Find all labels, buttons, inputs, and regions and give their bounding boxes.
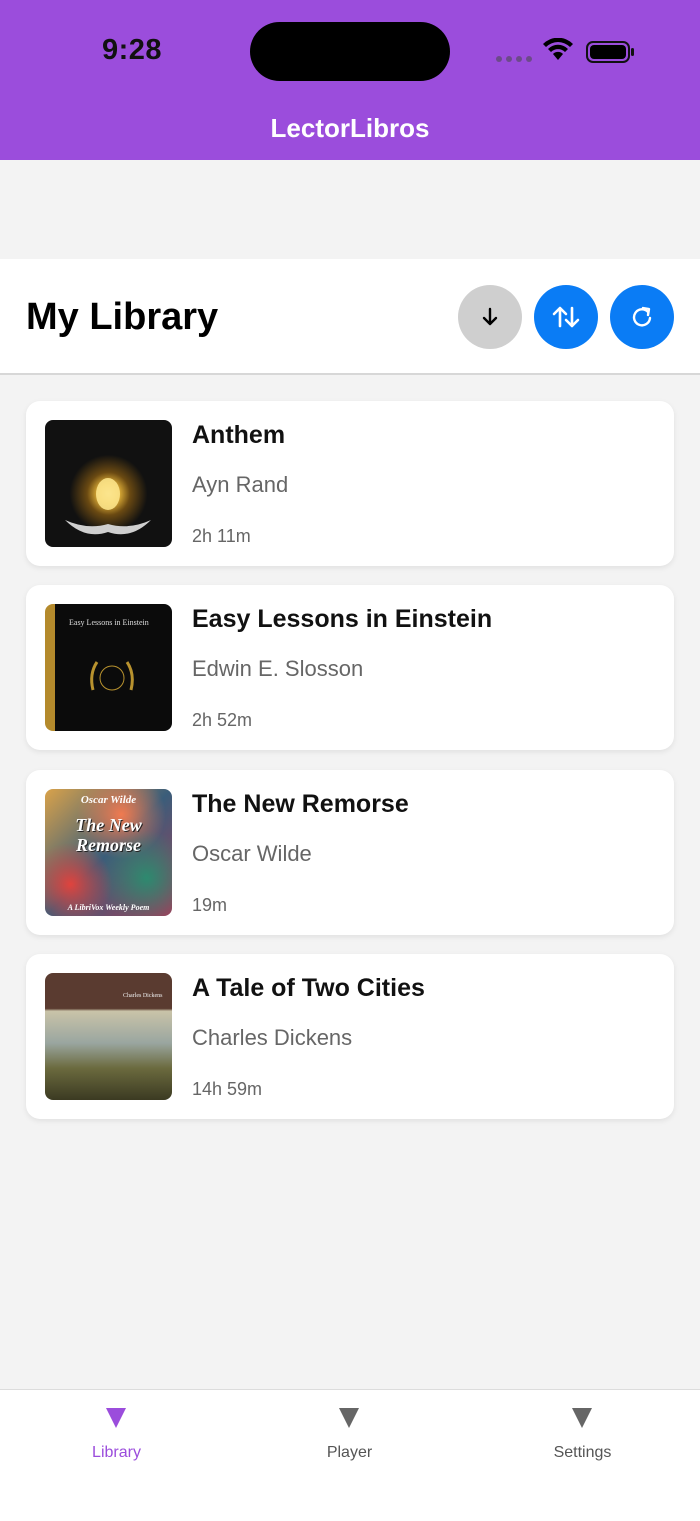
tab-label: Settings xyxy=(553,1444,612,1461)
tab-label: Player xyxy=(326,1444,373,1461)
cover-author: Oscar Wilde xyxy=(80,794,137,806)
library-toolbar: My Library xyxy=(0,259,700,375)
light-bulb-hands-icon xyxy=(65,478,151,535)
triangle-down-icon xyxy=(572,1408,592,1428)
book-cover-image: Charles Dickens xyxy=(45,973,172,1100)
cover-text: Charles Dickens xyxy=(123,993,163,999)
book-title: The New Remorse xyxy=(192,790,409,818)
signal-dots-icon xyxy=(496,56,532,62)
arrow-down-icon xyxy=(482,307,498,326)
wifi-icon xyxy=(543,38,573,60)
book-card-anthem[interactable]: Anthem Ayn Rand 2h 11m xyxy=(26,401,674,566)
app-header: 9:28 LectorLibros xyxy=(0,0,700,160)
status-time: 9:28 xyxy=(102,34,163,66)
laurel-wreath-icon xyxy=(90,661,134,691)
book-author: Ayn Rand xyxy=(192,472,289,497)
cover-footer: A LibriVox Weekly Poem xyxy=(67,903,150,912)
book-author: Edwin E. Slosson xyxy=(192,656,364,681)
book-duration: 14h 59m xyxy=(192,1079,263,1099)
tab-library[interactable]: Library xyxy=(0,1390,233,1490)
book-duration: 2h 52m xyxy=(192,710,253,730)
refresh-icon xyxy=(632,306,652,327)
triangle-down-icon xyxy=(106,1408,126,1428)
tab-settings[interactable]: Settings xyxy=(466,1390,699,1490)
page-title: My Library xyxy=(26,296,219,338)
download-button[interactable] xyxy=(458,285,522,349)
app-title: LectorLibros xyxy=(270,113,430,143)
refresh-button[interactable] xyxy=(610,285,674,349)
book-cover-image: Oscar Wilde The New Remorse A LibriVox W… xyxy=(45,789,172,916)
tab-player[interactable]: Player xyxy=(233,1390,466,1490)
book-title: Anthem xyxy=(192,421,286,449)
cover-title: The New Remorse xyxy=(75,815,142,855)
triangle-down-icon xyxy=(339,1408,359,1428)
book-duration: 2h 11m xyxy=(192,526,251,546)
book-card-new-remorse[interactable]: Oscar Wilde The New Remorse A LibriVox W… xyxy=(26,770,674,935)
book-title: Easy Lessons in Einstein xyxy=(192,605,493,633)
tab-label: Library xyxy=(92,1444,141,1461)
book-card-tale-two-cities[interactable]: Charles Dickens A Tale of Two Cities Cha… xyxy=(26,954,674,1119)
sort-button[interactable] xyxy=(534,285,598,349)
book-author: Charles Dickens xyxy=(192,1025,353,1050)
book-title: A Tale of Two Cities xyxy=(192,974,425,1002)
book-author: Oscar Wilde xyxy=(192,841,312,866)
sort-arrows-icon xyxy=(552,306,580,328)
book-cover-image: Easy Lessons in Einstein xyxy=(45,604,172,731)
status-icons xyxy=(496,36,636,66)
tab-bar: Library Player Settings xyxy=(0,1389,700,1521)
book-duration: 19m xyxy=(192,895,228,915)
battery-icon xyxy=(586,41,634,63)
dynamic-island xyxy=(250,22,450,81)
book-card-einstein[interactable]: Easy Lessons in Einstein Easy Lessons in… xyxy=(26,585,674,750)
book-cover-image xyxy=(45,420,172,547)
